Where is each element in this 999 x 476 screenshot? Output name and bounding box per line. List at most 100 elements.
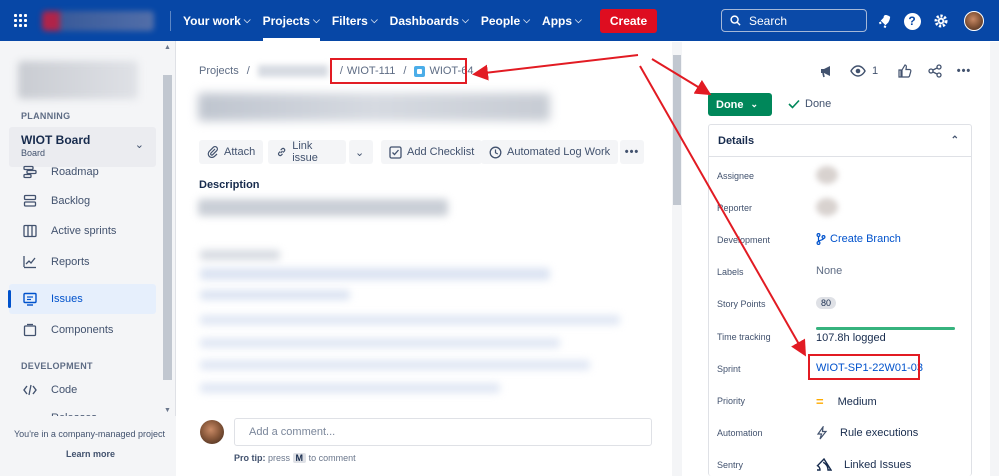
time-tracking-progress-bar[interactable] xyxy=(816,327,955,330)
story-points-value[interactable]: 80 xyxy=(816,297,837,309)
user-avatar[interactable] xyxy=(964,11,984,31)
create-button[interactable]: Create xyxy=(599,8,658,33)
chevron-down-icon: ⌵ xyxy=(575,15,582,25)
sidebar-item-components[interactable]: Components xyxy=(9,315,156,345)
attach-button[interactable]: Attach xyxy=(199,140,264,164)
sidebar-item-label: Backlog xyxy=(51,195,91,207)
app-switcher-icon[interactable] xyxy=(14,13,28,28)
sidebar-item-label: Issues xyxy=(51,293,83,305)
assignee-value[interactable] xyxy=(816,166,838,184)
labels-value[interactable]: None xyxy=(816,265,842,277)
project-name-redacted xyxy=(257,65,328,77)
clock-icon xyxy=(489,146,502,158)
chevron-down-icon: ⌵ xyxy=(523,15,531,25)
description-text-redacted xyxy=(200,383,500,393)
sidebar-item-label: Components xyxy=(51,324,114,336)
assignee-avatar-redacted xyxy=(816,166,838,184)
shortcut-key: M xyxy=(292,453,307,463)
create-branch-link[interactable]: Create Branch xyxy=(816,233,901,245)
sidebar-item-label: Reports xyxy=(51,256,90,268)
search-input[interactable]: Search xyxy=(721,9,867,32)
sidebar-item-code[interactable]: Code xyxy=(9,375,156,405)
nav-apps[interactable]: Apps ⌵ xyxy=(542,0,582,41)
watch-button[interactable]: 1 xyxy=(850,62,882,80)
project-name-redacted xyxy=(18,61,138,99)
time-logged-value: 107.8h logged xyxy=(816,332,886,344)
sidebar-item-label: Roadmap xyxy=(51,166,99,178)
help-icon[interactable]: ? xyxy=(902,11,922,31)
field-label-development: Development xyxy=(717,235,771,245)
sidebar-item-active-sprints[interactable]: Active sprints xyxy=(9,216,156,246)
details-title: Details xyxy=(718,134,755,147)
link-issue-label: Link issue xyxy=(292,140,318,164)
arrow-to-breadcrumb xyxy=(472,54,639,81)
sidebar-scrollbar-thumb[interactable] xyxy=(163,75,172,380)
scroll-up-arrow[interactable]: ▲ xyxy=(163,44,172,51)
priority-value[interactable]: = Medium xyxy=(816,394,877,409)
scroll-down-arrow[interactable]: ▼ xyxy=(163,407,172,414)
field-label-reporter: Reporter xyxy=(717,203,753,213)
time-tracking-progress-fill xyxy=(816,327,955,330)
field-label-priority: Priority xyxy=(717,396,746,406)
more-link-options-dropdown[interactable]: ⌄ xyxy=(349,140,373,164)
checkbox-icon xyxy=(389,145,402,159)
field-label-automation: Automation xyxy=(717,428,763,438)
nav-label: People xyxy=(480,13,521,28)
nav-your-work[interactable]: Your work ⌵ xyxy=(183,0,251,41)
chevron-down-icon: ⌄ xyxy=(134,139,144,151)
resolution-status: Done xyxy=(788,98,831,110)
nav-label: Apps xyxy=(542,13,573,28)
chevron-down-icon: ⌄ xyxy=(750,99,759,109)
nav-filters[interactable]: Filters ⌵ xyxy=(332,0,378,41)
settings-gear-icon[interactable] xyxy=(931,11,951,31)
automated-log-work-button[interactable]: Automated Log Work xyxy=(481,140,619,164)
like-thumbs-up-icon[interactable] xyxy=(895,62,915,80)
details-header[interactable]: Details ⌃ xyxy=(709,125,971,157)
code-icon xyxy=(22,382,38,398)
priority-medium-icon: = xyxy=(816,394,824,409)
project-sidebar: PLANNING WIOT Board Board ⌄ Roadmap Back… xyxy=(0,41,176,476)
field-label-sentry: Sentry xyxy=(717,460,744,470)
right-panel-scrollbar[interactable] xyxy=(990,42,999,476)
rule-executions-link[interactable]: Rule executions xyxy=(816,426,918,440)
sidebar-item-roadmap[interactable]: Roadmap xyxy=(9,157,156,187)
issue-title-redacted xyxy=(198,93,550,121)
share-icon[interactable] xyxy=(925,62,945,80)
highlight-box-sprint xyxy=(808,354,920,380)
board-title: WIOT Board xyxy=(21,133,91,147)
link-issue-button[interactable]: Link issue xyxy=(268,140,346,164)
feedback-megaphone-icon[interactable] xyxy=(816,62,836,80)
more-options-icon[interactable]: ••• xyxy=(954,62,974,80)
backlog-icon xyxy=(22,193,38,209)
nav-dashboards[interactable]: Dashboards ⌵ xyxy=(390,0,469,41)
sidebar-item-label: Code xyxy=(51,384,78,396)
nav-people[interactable]: People ⌵ xyxy=(481,0,530,41)
site-logo[interactable] xyxy=(42,10,154,31)
field-label-labels: Labels xyxy=(717,267,744,277)
sidebar-item-reports[interactable]: Reports xyxy=(9,247,156,277)
breadcrumb-projects[interactable]: Projects xyxy=(199,65,239,77)
status-label: Done xyxy=(716,98,744,111)
more-actions-button[interactable]: ••• xyxy=(620,140,644,164)
notifications-rocket-icon[interactable] xyxy=(874,11,894,31)
add-checklist-button[interactable]: Add Checklist xyxy=(381,140,483,164)
main-scrollbar-thumb[interactable] xyxy=(673,55,681,205)
automated-log-work-label: Automated Log Work xyxy=(507,146,611,158)
roadmap-icon xyxy=(22,164,38,180)
branch-icon xyxy=(816,233,826,245)
sidebar-item-backlog[interactable]: Backlog xyxy=(9,186,156,216)
learn-more-link[interactable]: Learn more xyxy=(66,449,115,459)
chevron-up-icon: ⌃ xyxy=(950,135,959,146)
chevron-down-icon: ⌵ xyxy=(312,15,320,25)
linked-issues-link[interactable]: Linked Issues xyxy=(816,458,911,471)
linked-issues-label: Linked Issues xyxy=(844,458,912,471)
reporter-value[interactable] xyxy=(816,198,838,216)
field-label-sprint: Sprint xyxy=(717,364,741,374)
pro-tip-label: Pro tip: xyxy=(234,453,266,463)
add-comment-input[interactable]: Add a comment... xyxy=(234,418,652,446)
eye-icon xyxy=(850,65,866,77)
nav-projects[interactable]: Projects ⌵ xyxy=(262,0,321,41)
sidebar-item-issues[interactable]: Issues xyxy=(8,284,156,314)
sidebar-item-label: Active sprints xyxy=(51,225,117,237)
status-transition-button[interactable]: Done ⌄ xyxy=(708,93,772,116)
